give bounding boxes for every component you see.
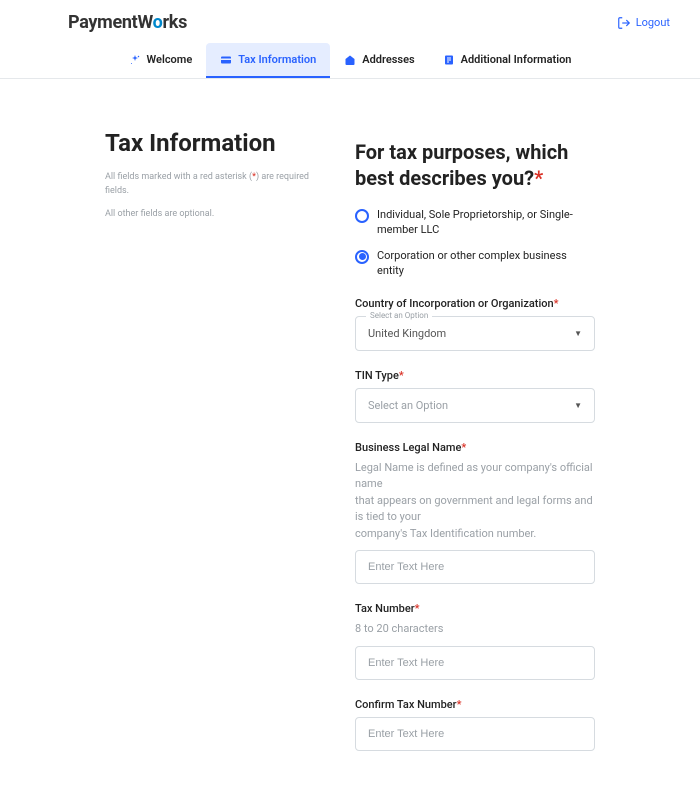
float-label: Select an Option [366,311,432,320]
tax-number-label: Tax Number* [355,602,595,615]
logout-button[interactable]: Logout [617,16,670,30]
radio-option-individual[interactable]: Individual, Sole Proprietorship, or Sing… [355,207,595,238]
radio-icon [355,250,369,264]
confirm-tax-number-input[interactable] [368,728,582,740]
tab-label: Additional Information [461,53,572,66]
radio-label: Individual, Sole Proprietorship, or Sing… [377,207,595,238]
page-title: Tax Information [105,129,315,157]
card-icon [220,54,232,66]
business-legal-name-label: Business Legal Name* [355,441,595,454]
tin-type-label: TIN Type* [355,369,595,382]
business-legal-name-help: Legal Name is defined as your company's … [355,460,595,543]
business-legal-name-input[interactable] [368,561,582,573]
logout-label: Logout [636,16,670,29]
optional-note: All other fields are optional. [105,208,315,222]
tab-label: Tax Information [238,53,316,66]
sparkle-icon [129,54,141,66]
logout-icon [617,16,631,30]
radio-label: Corporation or other complex business en… [377,248,595,279]
required-note: All fields marked with a red asterisk (*… [105,171,315,198]
tab-addresses[interactable]: Addresses [330,43,428,78]
select-placeholder: Select an Option [368,399,448,412]
country-select[interactable]: Select an Option United Kingdom ▼ [355,316,595,351]
radio-icon [355,209,369,223]
tax-number-help: 8 to 20 characters [355,621,595,638]
confirm-tax-number-input-wrapper [355,717,595,751]
question-heading: For tax purposes, which best describes y… [355,139,595,191]
tab-label: Addresses [362,53,414,66]
confirm-tax-number-label: Confirm Tax Number* [355,698,595,711]
document-icon [443,54,455,66]
tab-label: Welcome [147,53,193,66]
tab-tax-information[interactable]: Tax Information [206,43,330,78]
tax-number-input-wrapper [355,646,595,680]
home-icon [344,54,356,66]
tab-bar: Welcome Tax Information Addresses Additi… [0,43,700,79]
select-value: United Kingdom [368,327,446,340]
country-label: Country of Incorporation or Organization… [355,297,595,310]
tab-additional-information[interactable]: Additional Information [429,43,586,78]
logo: PaymentWorks [68,12,187,33]
tab-welcome[interactable]: Welcome [115,43,207,78]
entity-type-radio-group: Individual, Sole Proprietorship, or Sing… [355,207,595,279]
tax-number-input[interactable] [368,657,582,669]
radio-option-corporation[interactable]: Corporation or other complex business en… [355,248,595,279]
tin-type-select[interactable]: Select an Option ▼ [355,388,595,423]
business-legal-name-input-wrapper [355,550,595,584]
chevron-down-icon: ▼ [574,329,582,338]
chevron-down-icon: ▼ [574,401,582,410]
